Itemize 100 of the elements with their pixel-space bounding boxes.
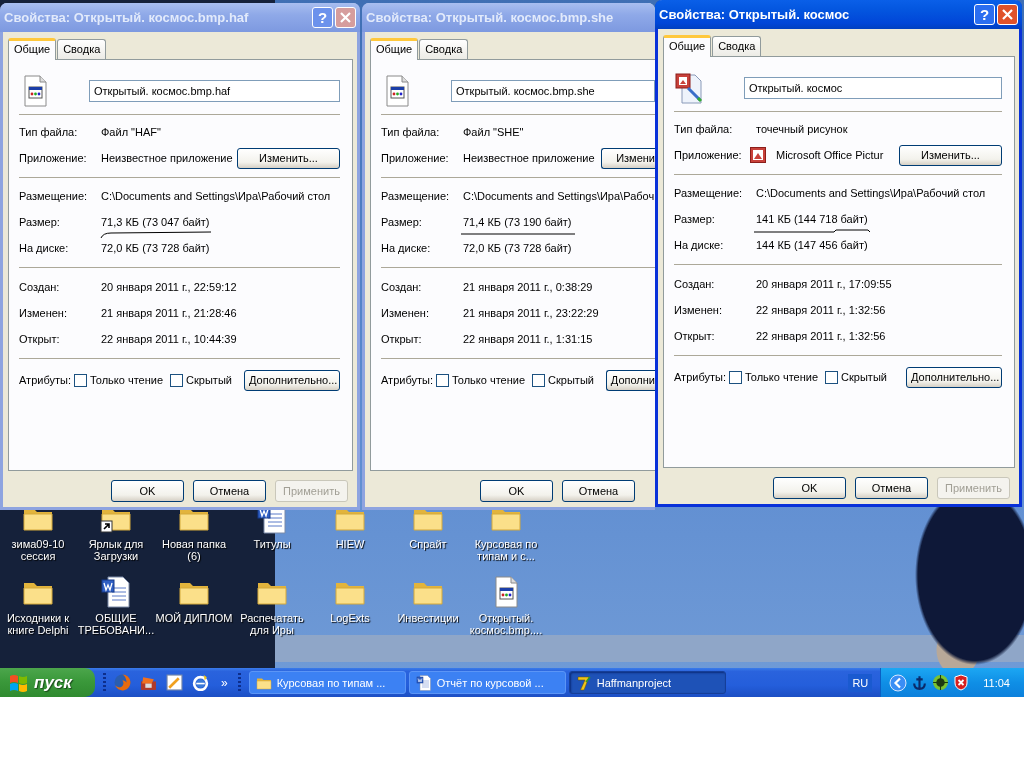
field-value: точечный рисунок	[756, 123, 848, 135]
field-label: Размещение:	[674, 187, 744, 199]
advanced-button[interactable]: Дополнительно...	[244, 369, 340, 391]
tab[interactable]: Сводка	[712, 36, 762, 56]
advanced-button[interactable]: Дополнительно...	[906, 366, 1002, 388]
notepad-icon[interactable]	[166, 674, 183, 691]
tab[interactable]: Общие	[663, 35, 712, 57]
advanced-button[interactable]: Дополни	[605, 369, 655, 391]
desktop-icon-label[interactable]: Новая папка (6)	[161, 538, 227, 562]
field-label: Открыт:	[674, 330, 716, 342]
dialog-button[interactable]: Отмена	[855, 477, 928, 499]
field-label: Размер:	[674, 213, 716, 225]
desktop-icon-label[interactable]: МОЙ ДИПЛОМ	[155, 612, 233, 624]
checkbox[interactable]	[73, 373, 87, 387]
dialog-button[interactable]: OK	[773, 477, 846, 499]
dialog-button[interactable]: OK	[480, 480, 553, 502]
field-label: Создан:	[674, 278, 716, 290]
change-button[interactable]: Изменить...	[899, 144, 1002, 166]
dialog-button[interactable]: Отмена	[562, 480, 635, 502]
close-button[interactable]	[997, 4, 1018, 25]
field-value: Неизвестное приложение	[101, 152, 233, 164]
word-document-icon	[415, 674, 432, 691]
field-value: 72,0 КБ (73 728 байт)	[463, 242, 572, 254]
more-quick-launch-button[interactable]: »	[221, 675, 228, 690]
field-label: Открыт:	[19, 333, 61, 345]
field-label: Изменен:	[19, 307, 68, 319]
checkbox-label: Скрытый	[548, 374, 594, 386]
file-name-field[interactable]: Открытый. космос.bmp.haf	[89, 80, 340, 102]
field-value: 20 января 2011 г., 17:09:55	[756, 278, 892, 290]
checkbox[interactable]	[825, 370, 839, 384]
field-label: Размер:	[381, 216, 423, 228]
tab[interactable]: Общие	[8, 38, 57, 60]
window-title: Свойства: Открытый. космос.bmp.haf	[4, 10, 250, 25]
field-label: На диске:	[19, 242, 70, 254]
field-label: Создан:	[381, 281, 423, 293]
file-name-field[interactable]: Открытый. космос.bmp.she	[451, 80, 655, 102]
field-label: На диске:	[674, 239, 725, 251]
checkbox[interactable]	[532, 373, 546, 387]
field-value: 22 января 2011 г., 10:44:39	[101, 333, 237, 345]
file-name-field[interactable]: Открытый. космос	[744, 77, 1002, 99]
dialog-button[interactable]: Отмена	[193, 480, 266, 502]
checkbox[interactable]	[728, 370, 742, 384]
field-label: Приложение:	[674, 149, 743, 161]
flag-logo-icon	[9, 673, 28, 692]
field-label: Тип файла:	[19, 126, 79, 138]
window-title: Свойства: Открытый. космос.bmp.she	[366, 10, 615, 25]
taskbar-button[interactable]: Отчёт по курсовой ...	[408, 671, 566, 694]
tab[interactable]: Общие	[370, 38, 419, 60]
field-value: Файл "SHE"	[463, 126, 524, 138]
checkbox[interactable]	[435, 373, 449, 387]
language-indicator[interactable]: RU	[848, 673, 873, 692]
checkbox-label: Скрытый	[186, 374, 232, 386]
field-label: На диске:	[381, 242, 432, 254]
field-value: 144 КБ (147 456 байт)	[756, 239, 868, 251]
checkbox-label: Только чтение	[744, 371, 819, 383]
help-button[interactable]: ?	[974, 4, 995, 25]
field-label: Изменен:	[674, 304, 723, 316]
field-value: 71,4 КБ (73 190 байт)	[463, 216, 572, 228]
change-button[interactable]: Изменить...	[237, 147, 340, 169]
clock[interactable]: 11:04	[983, 676, 1010, 689]
desktop-icon-label[interactable]: Исходники к книге Delphi	[6, 612, 70, 636]
desktop-icon-label[interactable]: Ярлык для Загрузки	[88, 538, 144, 562]
window-title: Свойства: Открытый. космос	[659, 7, 851, 22]
field-value: Файл "HAF"	[101, 126, 161, 138]
checkbox-label: Только чтение	[89, 374, 164, 386]
field-label: Приложение:	[19, 152, 88, 164]
field-value: 22 января 2011 г., 1:32:56	[756, 330, 886, 342]
desktop-icon-label[interactable]: ОБЩИЕ ТРЕБОВАНИ...	[77, 612, 155, 636]
field-label: Атрибуты:	[19, 374, 71, 386]
change-button[interactable]: Измени	[601, 147, 655, 169]
tab[interactable]: Сводка	[57, 39, 107, 59]
field-label: Создан:	[19, 281, 61, 293]
field-label: Размещение:	[19, 190, 89, 202]
start-button[interactable]: пуск	[0, 668, 95, 697]
field-value: 21 января 2011 г., 23:22:29	[463, 307, 599, 319]
field-label: Размещение:	[381, 190, 451, 202]
checkbox[interactable]	[170, 373, 184, 387]
field-label: Изменен:	[381, 307, 430, 319]
dialog-button[interactable]: OK	[111, 480, 184, 502]
field-label: Атрибуты:	[674, 371, 726, 383]
field-value: Неизвестное приложение	[463, 152, 595, 164]
field-value: C:\Documents and Settings\Ира\Рабочий стол	[101, 190, 331, 202]
field-label: Тип файла:	[674, 123, 734, 135]
tab[interactable]: Сводка	[419, 39, 469, 59]
field-value: 21 января 2011 г., 0:38:29	[463, 281, 593, 293]
desktop-icon-label[interactable]: зима09-10 сессия	[11, 538, 65, 562]
field-value: C:\Documents and Settings\Ира\Рабочий стол	[756, 187, 986, 199]
shield-icon[interactable]	[953, 674, 970, 691]
field-value: 22 января 2011 г., 1:31:15	[463, 333, 593, 345]
field-label: Тип файла:	[381, 126, 441, 138]
delphi-app-icon	[575, 674, 592, 691]
browser-icon[interactable]	[192, 674, 209, 691]
anchor-icon[interactable]	[911, 674, 929, 691]
field-value: 21 января 2011 г., 21:28:46	[101, 307, 237, 319]
checkbox-label: Только чтение	[451, 374, 526, 386]
close-icon	[340, 12, 351, 23]
chevron-icon[interactable]	[889, 673, 908, 692]
taskbar-button[interactable]: Курсовая по типам ...	[248, 671, 406, 694]
taskbar-button[interactable]: Haffmanproject	[568, 671, 726, 694]
field-label: Размер:	[19, 216, 61, 228]
